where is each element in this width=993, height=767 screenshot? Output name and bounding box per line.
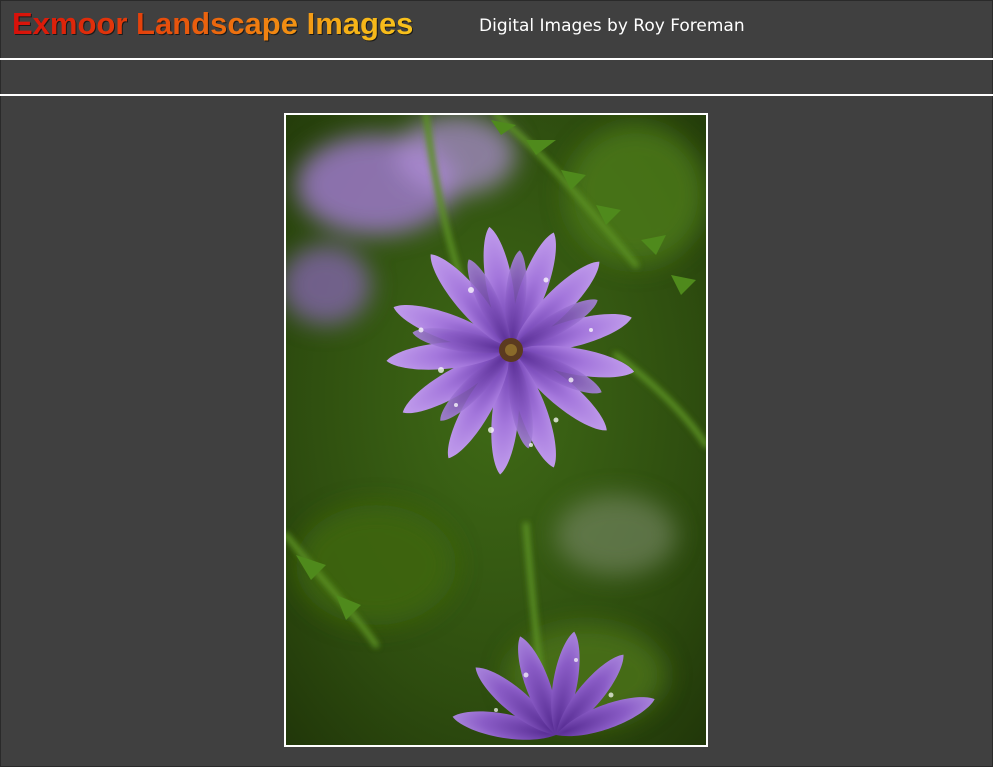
main-photo[interactable] xyxy=(284,113,708,747)
header: Exmoor Landscape Images Digital Images b… xyxy=(0,0,993,58)
nav-divider xyxy=(0,94,993,96)
flower-photo xyxy=(286,115,706,745)
nav-bar xyxy=(0,60,993,94)
site-title[interactable]: Exmoor Landscape Images xyxy=(12,6,413,42)
site-subtitle: Digital Images by Roy Foreman xyxy=(479,16,745,36)
